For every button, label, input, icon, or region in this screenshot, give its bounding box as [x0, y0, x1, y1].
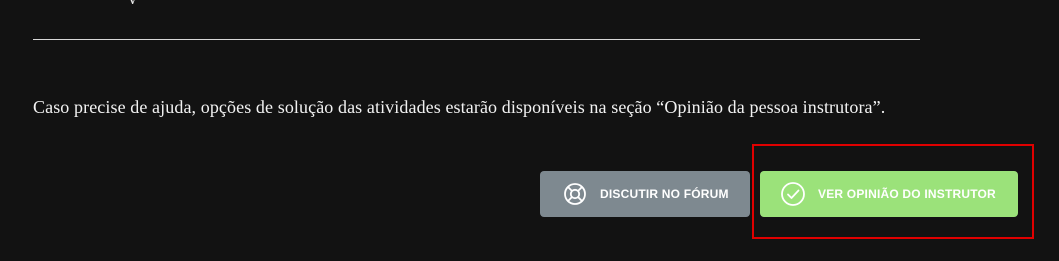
previous-text-fragment: y: [128, 0, 158, 4]
discuss-forum-button[interactable]: DISCUTIR NO FÓRUM: [540, 171, 750, 217]
view-instructor-opinion-label: VER OPINIÃO DO INSTRUTOR: [818, 187, 996, 201]
check-circle-icon: [780, 181, 806, 207]
view-instructor-opinion-button[interactable]: VER OPINIÃO DO INSTRUTOR: [760, 171, 1018, 217]
section-divider: [33, 39, 920, 40]
discuss-forum-label: DISCUTIR NO FÓRUM: [600, 187, 729, 201]
help-text: Caso precise de ajuda, opções de solução…: [33, 97, 886, 117]
lifebuoy-icon: [562, 181, 588, 207]
